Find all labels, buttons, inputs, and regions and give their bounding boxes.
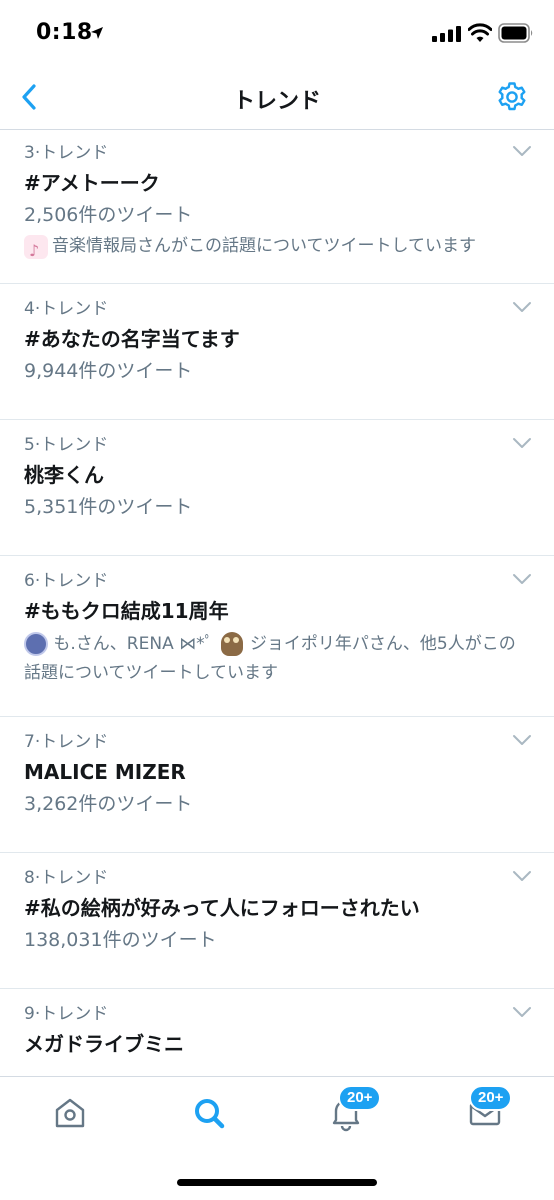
tweet-count: 9,944件のツイート	[24, 360, 193, 382]
chevron-down-icon[interactable]	[512, 733, 532, 747]
trend-rank: 9·トレンド	[24, 1004, 109, 1024]
location-arrow-icon	[91, 27, 103, 39]
home-icon[interactable]	[50, 1093, 90, 1133]
chevron-down-icon[interactable]	[512, 300, 532, 314]
chevron-down-icon[interactable]	[512, 144, 532, 158]
trend-item[interactable]: 5·トレンド 桃李くん 5,351件のツイート	[0, 420, 554, 556]
tweet-count: 3,262件のツイート	[24, 793, 193, 815]
cellular-signal-icon	[432, 26, 461, 42]
trend-rank: 6·トレンド	[24, 571, 109, 591]
trend-item[interactable]: 4·トレンド #あなたの名字当てます 9,944件のツイート	[0, 284, 554, 420]
trend-item[interactable]: 3·トレンド #アメトーーク 2,506件のツイート 音楽情報局さんがこの話題に…	[0, 130, 554, 284]
status-time: 0:18	[36, 20, 93, 45]
trend-rank: 3·トレンド	[24, 143, 109, 163]
chevron-down-icon[interactable]	[512, 436, 532, 450]
trend-name: #ももクロ結成11周年	[24, 599, 229, 623]
music-notes-icon	[24, 234, 48, 265]
notification-count-badge: 20+	[338, 1085, 382, 1111]
chevron-down-icon[interactable]	[512, 869, 532, 883]
wifi-icon	[468, 23, 492, 42]
tab-messages[interactable]: 20+	[465, 1085, 513, 1133]
trend-name: #アメトーーク	[24, 171, 160, 195]
context-text-users: も.さん、RENA ⋈*ﾟ	[53, 634, 214, 654]
trend-context: 音楽情報局さんがこの話題についてツイートしています	[24, 232, 530, 265]
trend-item[interactable]: 9·トレンド メガドライブミニ	[0, 989, 554, 1076]
tweet-count: 138,031件のツイート	[24, 929, 217, 951]
trend-item[interactable]: 6·トレンド #ももクロ結成11周年 も.さん、RENA ⋈*ﾟ ジョイポリ年パ…	[0, 556, 554, 717]
trend-name: #私の絵柄が好みって人にフォローされたい	[24, 896, 420, 920]
status-bar: 0:18	[0, 0, 554, 66]
home-indicator[interactable]	[177, 1179, 377, 1186]
nav-header: トレンド	[0, 66, 554, 130]
trend-rank: 8·トレンド	[24, 868, 109, 888]
context-text: 音楽情報局さんがこの話題についてツイートしています	[52, 236, 476, 256]
trend-rank: 7·トレンド	[24, 732, 109, 752]
tweet-count: 2,506件のツイート	[24, 204, 193, 226]
page-title: トレンド	[232, 89, 321, 114]
avatar	[24, 632, 48, 656]
trend-name: 桃李くん	[24, 463, 104, 487]
trend-context: も.さん、RENA ⋈*ﾟ ジョイポリ年パさん、他5人がこの話題についてツイート…	[24, 630, 530, 688]
trend-item[interactable]: 7·トレンド MALICE MIZER 3,262件のツイート	[0, 717, 554, 853]
trend-list: 3·トレンド #アメトーーク 2,506件のツイート 音楽情報局さんがこの話題に…	[0, 130, 554, 1076]
trend-rank: 5·トレンド	[24, 435, 109, 455]
trend-item[interactable]: 8·トレンド #私の絵柄が好みって人にフォローされたい 138,031件のツイー…	[0, 853, 554, 989]
trend-name: #あなたの名字当てます	[24, 327, 240, 351]
gear-icon[interactable]	[496, 81, 528, 113]
tab-notifications[interactable]: 20+	[326, 1085, 382, 1133]
battery-icon	[498, 23, 533, 43]
search-icon[interactable]	[189, 1093, 229, 1133]
trend-rank: 4·トレンド	[24, 299, 109, 319]
chevron-down-icon[interactable]	[512, 1005, 532, 1019]
owl-icon	[220, 632, 243, 656]
trend-name: メガドライブミニ	[24, 1032, 184, 1056]
tweet-count: 5,351件のツイート	[24, 496, 193, 518]
trend-name: MALICE MIZER	[24, 760, 186, 784]
chevron-down-icon[interactable]	[512, 572, 532, 586]
context-avatars	[24, 232, 48, 265]
message-count-badge: 20+	[469, 1085, 513, 1111]
